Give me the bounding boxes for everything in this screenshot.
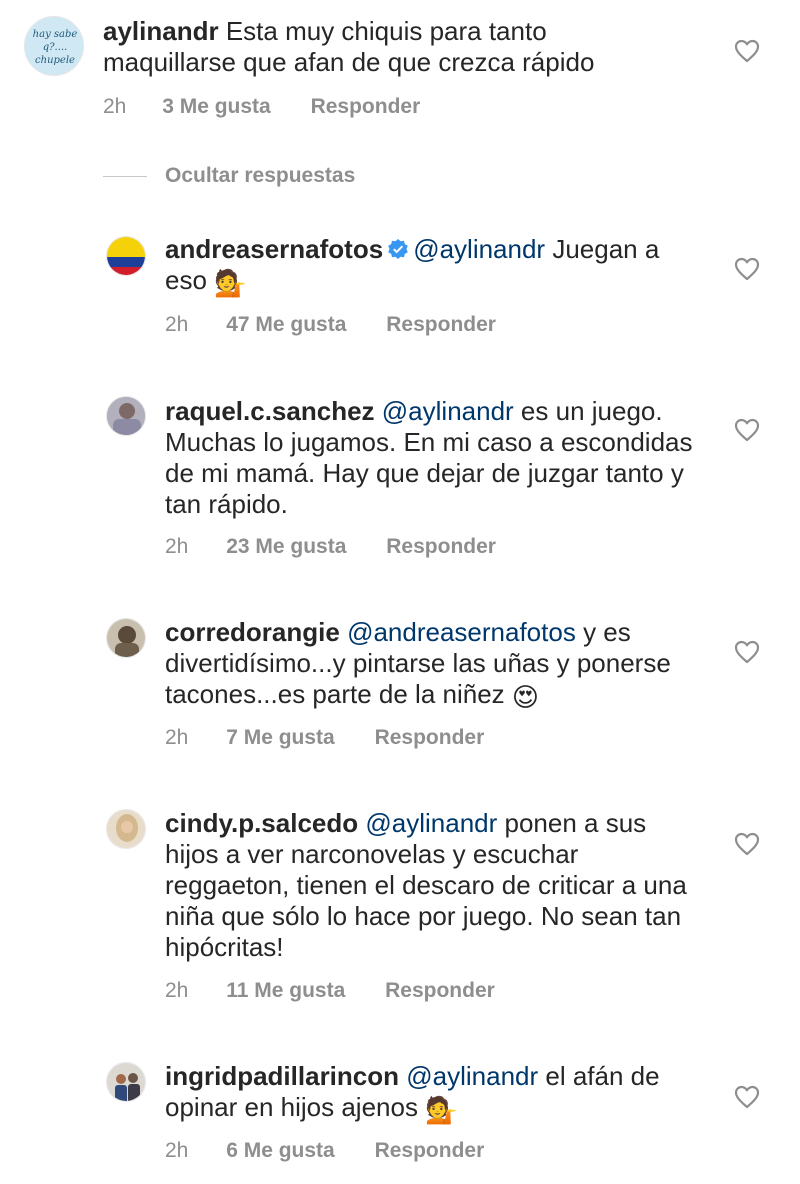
comment-username[interactable]: aylinandr bbox=[103, 16, 219, 46]
avatar[interactable] bbox=[106, 618, 146, 658]
reply-meta: 2h 23 Me gusta Responder bbox=[165, 535, 496, 559]
reply-likes[interactable]: 7 Me gusta bbox=[226, 726, 335, 750]
reply-likes[interactable]: 47 Me gusta bbox=[226, 313, 346, 337]
woman-tipping-hand-emoji-icon: 💁 bbox=[214, 268, 247, 298]
verified-badge-icon bbox=[388, 239, 408, 259]
comment-meta: 2h 3 Me gusta Responder bbox=[103, 95, 420, 119]
avatar[interactable] bbox=[106, 236, 146, 276]
reply-username[interactable]: ingridpadillarincon bbox=[165, 1061, 399, 1091]
reply-username[interactable]: corredorangie bbox=[165, 617, 340, 647]
reply-meta: 2h 47 Me gusta Responder bbox=[165, 313, 496, 337]
replies-divider bbox=[103, 176, 147, 177]
heart-icon[interactable] bbox=[734, 257, 760, 281]
woman-tipping-hand-emoji-icon: 💁 bbox=[425, 1095, 458, 1125]
reply-time: 2h bbox=[165, 1139, 189, 1162]
svg-text:chupele: chupele bbox=[35, 55, 75, 66]
heart-icon[interactable] bbox=[734, 39, 760, 63]
reply-button[interactable]: Responder bbox=[385, 979, 495, 1003]
heart-icon[interactable] bbox=[734, 1085, 760, 1109]
avatar[interactable] bbox=[106, 809, 146, 849]
hide-replies-button[interactable]: Ocultar respuestas bbox=[165, 164, 355, 188]
reply-button[interactable]: Responder bbox=[311, 95, 421, 119]
reply-body: raquel.c.sanchez @aylinandr es un juego.… bbox=[165, 396, 705, 520]
reply-time: 2h bbox=[165, 535, 189, 558]
heart-icon[interactable] bbox=[734, 640, 760, 664]
reply-likes[interactable]: 6 Me gusta bbox=[226, 1139, 335, 1163]
avatar[interactable] bbox=[106, 396, 146, 436]
reply-mention[interactable]: @aylinandr bbox=[413, 234, 545, 264]
avatar-lettering: hay sabe bbox=[33, 29, 78, 40]
avatar[interactable] bbox=[106, 1062, 146, 1102]
reply-time: 2h bbox=[165, 979, 189, 1002]
reply-button[interactable]: Responder bbox=[386, 313, 496, 337]
reply-mention[interactable]: @aylinandr bbox=[406, 1061, 538, 1091]
reply-mention[interactable]: @aylinandr bbox=[365, 808, 497, 838]
reply-body: ingridpadillarincon @aylinandr el afán d… bbox=[165, 1061, 705, 1123]
reply-time: 2h bbox=[165, 726, 189, 749]
svg-text:q?....: q?.... bbox=[43, 42, 67, 53]
heart-icon[interactable] bbox=[734, 832, 760, 856]
heart-eyes-emoji-icon: 😍 bbox=[511, 682, 540, 712]
heart-icon[interactable] bbox=[734, 418, 760, 442]
reply-button[interactable]: Responder bbox=[386, 535, 496, 559]
reply-body: cindy.p.salcedo @aylinandr ponen a sus h… bbox=[165, 808, 705, 963]
avatar[interactable]: hay sabe q?.... chupele bbox=[24, 16, 84, 76]
reply-meta: 2h 11 Me gusta Responder bbox=[165, 979, 495, 1003]
reply-button[interactable]: Responder bbox=[375, 726, 485, 750]
reply-button[interactable]: Responder bbox=[375, 1139, 485, 1163]
reply-username[interactable]: raquel.c.sanchez bbox=[165, 396, 375, 426]
reply-username[interactable]: andreasernafotos bbox=[165, 234, 383, 264]
reply-meta: 2h 7 Me gusta Responder bbox=[165, 726, 484, 750]
reply-likes[interactable]: 11 Me gusta bbox=[226, 979, 345, 1003]
reply-body: andreasernafotos @aylinandr Juegan a eso … bbox=[165, 234, 705, 296]
reply-meta: 2h 6 Me gusta Responder bbox=[165, 1139, 484, 1163]
reply-mention[interactable]: @andreasernafotos bbox=[347, 617, 576, 647]
reply-body: corredorangie @andreasernafotos y es div… bbox=[165, 617, 705, 710]
comment-body: aylinandr Esta muy chiquis para tanto ma… bbox=[103, 16, 643, 78]
reply-likes[interactable]: 23 Me gusta bbox=[226, 535, 346, 559]
reply-mention[interactable]: @aylinandr bbox=[382, 396, 514, 426]
reply-time: 2h bbox=[165, 313, 189, 336]
reply-username[interactable]: cindy.p.salcedo bbox=[165, 808, 358, 838]
comment-likes[interactable]: 3 Me gusta bbox=[162, 95, 271, 119]
comment-time: 2h bbox=[103, 95, 127, 118]
